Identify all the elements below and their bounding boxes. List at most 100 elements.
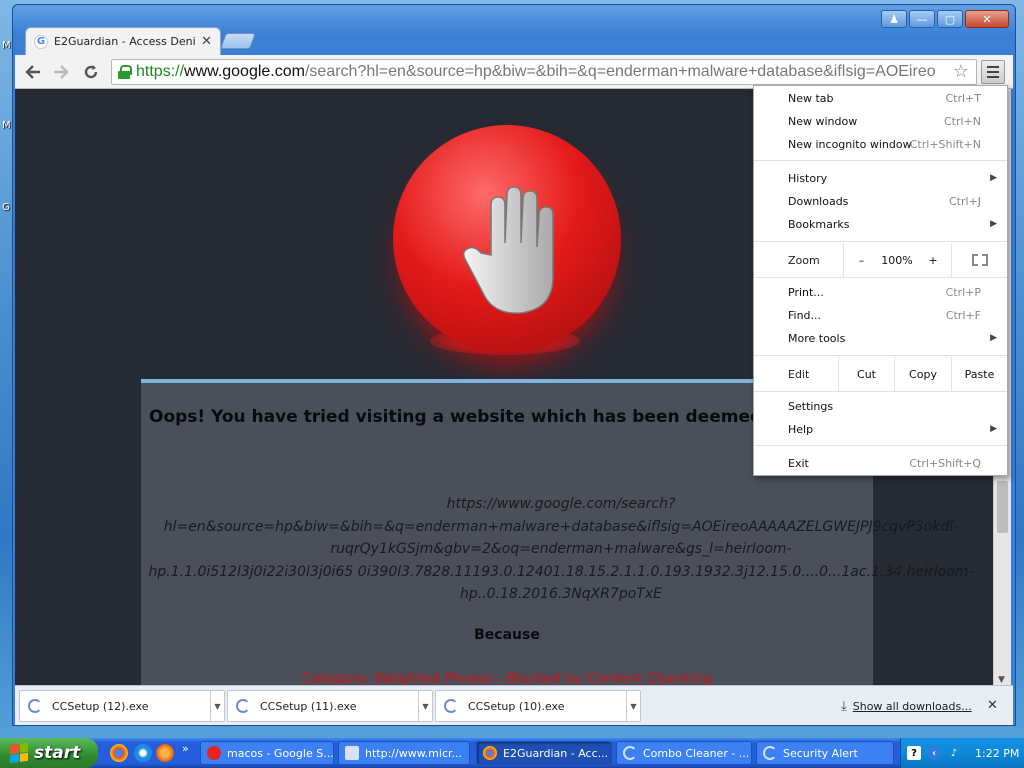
- close-download-shelf-icon[interactable]: ✕: [987, 698, 998, 713]
- tab-close-icon[interactable]: ✕: [201, 34, 212, 49]
- start-button[interactable]: start: [0, 738, 98, 768]
- menu-item-new-incognito[interactable]: New incognito window Ctrl+Shift+N: [754, 133, 1007, 155]
- menu-item-bookmarks[interactable]: Bookmarks ▶: [754, 213, 1007, 235]
- menu-zoom-row: Zoom – 100% +: [754, 243, 1007, 277]
- chrome-quicklaunch-icon[interactable]: [110, 744, 128, 762]
- submenu-arrow-icon: ▶: [990, 173, 997, 183]
- menu-edit-row: Edit Cut Copy Paste: [754, 357, 1007, 391]
- url-host: www.google.com: [184, 63, 305, 80]
- download-shelf: CCSetup (12).exe ▼ CCSetup (11).exe ▼ CC…: [15, 685, 1013, 725]
- minimize-button[interactable]: —: [909, 10, 935, 28]
- tab-e2guardian[interactable]: G E2Guardian - Access Denied ✕: [25, 27, 221, 55]
- browser-window: ♟ — ▢ ✕ G E2Guardian - Access Denied ✕ h…: [12, 4, 1016, 726]
- show-all-downloads-link[interactable]: ⤓ Show all downloads...: [841, 699, 972, 714]
- menu-item-print[interactable]: Print... Ctrl+P: [754, 281, 1007, 303]
- blocked-url-line: hl=en&source=hp&biw=&bih=&q=enderman+mal…: [163, 518, 959, 535]
- menu-item-label: New incognito window: [788, 137, 912, 151]
- menu-separator: [754, 277, 1007, 278]
- speaker-tray-icon[interactable]: ♪: [947, 746, 961, 760]
- menu-item-new-window[interactable]: New window Ctrl+N: [754, 110, 1007, 132]
- menu-separator: [754, 445, 1007, 446]
- ie-quicklaunch-icon[interactable]: [134, 744, 152, 762]
- menu-item-label: New window: [788, 114, 858, 128]
- maximize-button[interactable]: ▢: [937, 10, 963, 28]
- user-profile-button[interactable]: ♟: [881, 10, 907, 28]
- paste-button[interactable]: Paste: [951, 357, 1007, 391]
- download-progress-icon: [444, 699, 458, 713]
- menu-item-label: History: [788, 171, 828, 185]
- loading-icon: [763, 746, 777, 760]
- menu-item-history[interactable]: History ▶: [754, 167, 1007, 189]
- menu-shortcut: Ctrl+P: [945, 285, 981, 299]
- download-menu-caret[interactable]: ▼: [418, 691, 432, 721]
- menu-item-settings[interactable]: Settings: [754, 395, 1007, 417]
- menu-item-label: Downloads: [788, 194, 849, 208]
- desktop-icon-label: G: [2, 202, 10, 213]
- chrome-icon: [483, 746, 497, 760]
- chrome-menu-button[interactable]: [981, 60, 1005, 84]
- back-arrow-icon[interactable]: [21, 61, 45, 83]
- document-icon: [345, 746, 359, 760]
- download-filename: CCSetup (10).exe: [468, 699, 565, 713]
- submenu-arrow-icon: ▶: [990, 333, 997, 343]
- menu-item-help[interactable]: Help ▶: [754, 418, 1007, 440]
- download-progress-icon: [28, 699, 42, 713]
- show-all-downloads-label: Show all downloads...: [852, 700, 972, 713]
- copy-button[interactable]: Copy: [894, 357, 951, 391]
- menu-item-label: New tab: [788, 91, 834, 105]
- zoom-out-button[interactable]: –: [843, 243, 879, 277]
- menu-separator: [754, 160, 1007, 161]
- menu-item-more-tools[interactable]: More tools ▶: [754, 327, 1007, 349]
- address-bar[interactable]: https://www.google.com/search?hl=en&sour…: [111, 59, 977, 85]
- cut-button[interactable]: Cut: [838, 357, 894, 391]
- blocked-url: https://www.google.com/search? hl=en&sou…: [141, 493, 981, 606]
- taskbar-button[interactable]: Security Alert: [756, 741, 894, 765]
- menu-item-label: More tools: [788, 331, 846, 345]
- system-tray: ? ‹ ♪ 1:22 PM: [900, 738, 1024, 768]
- edit-label: Edit: [788, 367, 810, 381]
- bookmark-star-icon[interactable]: ☆: [953, 61, 969, 82]
- start-label: start: [34, 743, 81, 763]
- blocked-url-line: https://www.google.com/search?: [446, 496, 676, 512]
- download-item[interactable]: CCSetup (12).exe ▼: [19, 690, 225, 722]
- help-tray-icon[interactable]: ?: [907, 746, 921, 760]
- browser-toolbar: https://www.google.com/search?hl=en&sour…: [15, 55, 1013, 89]
- download-arrow-icon: ⤓: [841, 699, 847, 714]
- zoom-level: 100%: [881, 253, 913, 267]
- quicklaunch-more-icon[interactable]: »: [182, 742, 189, 755]
- firefox-quicklaunch-icon[interactable]: [156, 744, 174, 762]
- menu-item-label: Print...: [788, 285, 824, 299]
- menu-separator: [754, 391, 1007, 392]
- taskbar-button[interactable]: http://www.micr...: [338, 741, 470, 765]
- menu-item-label: Bookmarks: [788, 217, 850, 231]
- reload-icon[interactable]: [79, 61, 103, 83]
- taskbar-button[interactable]: E2Guardian - Acc...: [476, 741, 612, 765]
- network-tray-icon[interactable]: ‹: [927, 746, 941, 760]
- fullscreen-icon: [971, 254, 988, 266]
- close-window-button[interactable]: ✕: [965, 10, 1009, 28]
- page-title: Oops! You have tried visiting a website …: [149, 407, 798, 427]
- download-menu-caret[interactable]: ▼: [626, 691, 640, 721]
- download-menu-caret[interactable]: ▼: [210, 691, 224, 721]
- forward-arrow-icon[interactable]: [49, 61, 73, 83]
- scroll-down-icon[interactable]: ▼: [998, 675, 1005, 685]
- taskbar: start » macos - Google S... http://www.m…: [0, 738, 1024, 768]
- download-item[interactable]: CCSetup (10).exe ▼: [435, 690, 641, 722]
- taskbar-button[interactable]: macos - Google S...: [200, 741, 334, 765]
- menu-item-exit[interactable]: Exit Ctrl+Shift+Q: [754, 452, 1007, 474]
- menu-item-downloads[interactable]: Downloads Ctrl+J: [754, 190, 1007, 212]
- submenu-arrow-icon: ▶: [990, 424, 997, 434]
- taskbar-button-label: Combo Cleaner - ...: [643, 746, 750, 760]
- menu-shortcut: Ctrl+J: [948, 194, 981, 208]
- new-tab-button[interactable]: [220, 33, 256, 49]
- scroll-thumb[interactable]: [997, 481, 1008, 533]
- because-heading: Because: [474, 627, 540, 643]
- zoom-in-button[interactable]: +: [915, 243, 951, 277]
- menu-item-find[interactable]: Find... Ctrl+F: [754, 304, 1007, 326]
- desktop-icon-label: M: [2, 40, 11, 51]
- taskbar-button[interactable]: Combo Cleaner - ...: [616, 741, 752, 765]
- menu-item-new-tab[interactable]: New tab Ctrl+T: [754, 87, 1007, 109]
- download-filename: CCSetup (12).exe: [52, 699, 149, 713]
- fullscreen-button[interactable]: [951, 243, 1007, 277]
- download-item[interactable]: CCSetup (11).exe ▼: [227, 690, 433, 722]
